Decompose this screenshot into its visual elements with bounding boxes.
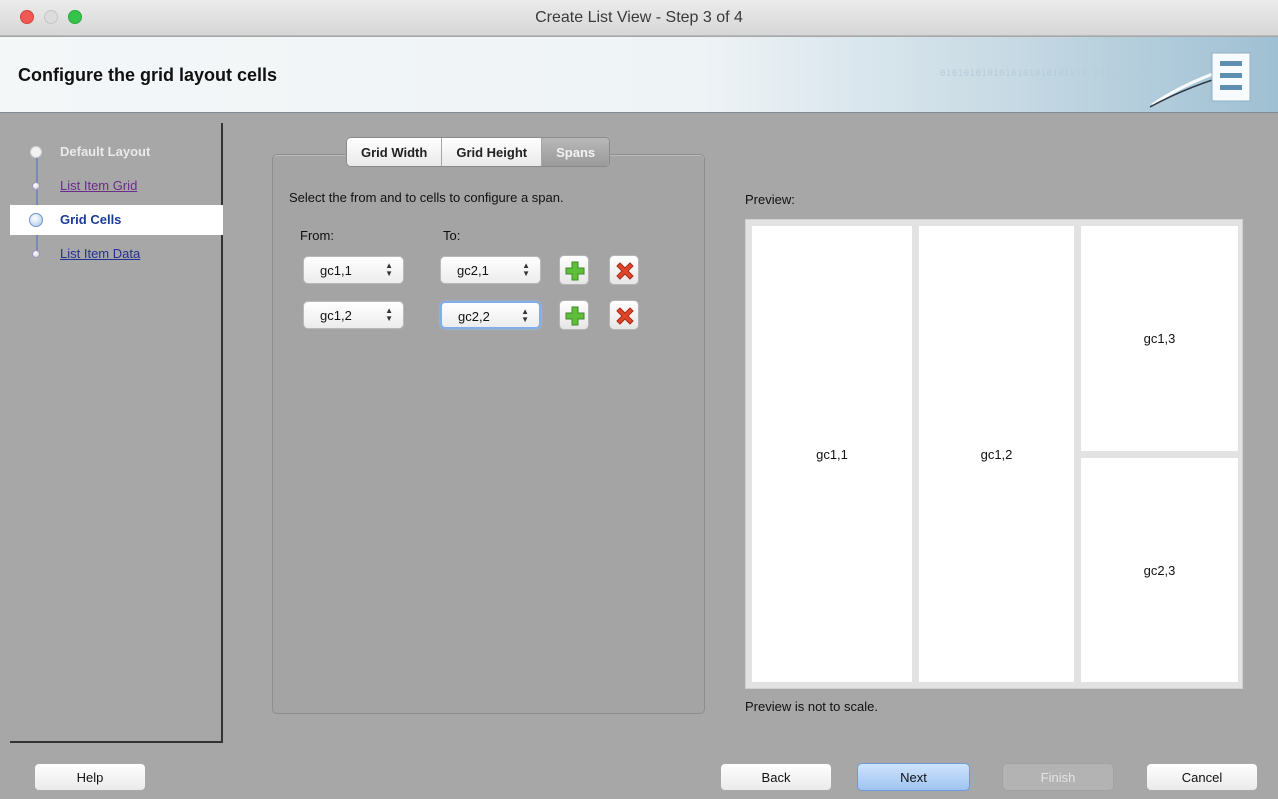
select-value: gc2,2 (458, 309, 490, 324)
add-icon (565, 261, 585, 281)
window-title: Create List View - Step 3 of 4 (535, 9, 743, 26)
cancel-button[interactable]: Cancel (1146, 763, 1258, 791)
from-column-label: From: (300, 228, 334, 243)
remove-icon (616, 262, 634, 280)
select-value: gc1,2 (320, 308, 352, 323)
wizard-header-graphic (1150, 52, 1251, 108)
span-to-select[interactable]: gc2,2 ▲ ▼ (440, 301, 541, 329)
preview-label: Preview: (745, 192, 795, 207)
step-bullet-icon (30, 146, 42, 158)
preview-cell: gc1,2 (919, 226, 1074, 682)
remove-span-button[interactable] (609, 300, 639, 330)
step-bullet-icon (32, 182, 40, 190)
select-arrows-icon: ▲ ▼ (385, 306, 393, 323)
nav-step-grid-cells[interactable]: Grid Cells (10, 205, 223, 235)
nav-step-list-item-data[interactable]: List Item Data (10, 239, 223, 269)
remove-span-button[interactable] (609, 255, 639, 285)
tab-grid-width[interactable]: Grid Width (347, 138, 443, 166)
nav-step-label: Default Layout (60, 144, 151, 159)
header-decoration-text: 0101010101010101010101010 01010101010 (940, 69, 1159, 79)
nav-step-label: Grid Cells (60, 212, 122, 227)
nav-step-list-item-grid[interactable]: List Item Grid (10, 171, 223, 201)
next-button[interactable]: Next (857, 763, 970, 791)
span-from-select[interactable]: gc1,1 ▲ ▼ (303, 256, 404, 284)
add-icon (565, 306, 585, 326)
back-button[interactable]: Back (720, 763, 832, 791)
remove-icon (616, 307, 634, 325)
select-value: gc2,1 (457, 263, 489, 278)
span-to-select[interactable]: gc2,1 ▲ ▼ (440, 256, 541, 284)
add-span-button[interactable] (559, 300, 589, 330)
page-title: Configure the grid layout cells (18, 65, 278, 85)
to-column-label: To: (443, 228, 461, 243)
nav-step-label[interactable]: List Item Data (60, 246, 140, 261)
spans-instruction: Select the from and to cells to configur… (289, 190, 564, 205)
preview-note: Preview is not to scale. (745, 699, 878, 714)
help-button[interactable]: Help (34, 763, 146, 791)
preview-cell: gc1,1 (752, 226, 912, 682)
window-title-bar: Create List View - Step 3 of 4 (0, 0, 1278, 36)
span-from-select[interactable]: gc1,2 ▲ ▼ (303, 301, 404, 329)
tab-spans[interactable]: Spans (542, 138, 610, 166)
spans-tab-panel (272, 154, 705, 714)
grid-preview: gc1,1 gc1,2 gc1,3 gc2,3 (745, 219, 1243, 689)
wizard-steps-nav: Default Layout List Item Grid Grid Cells… (10, 123, 223, 743)
select-value: gc1,1 (320, 263, 352, 278)
step-bullet-icon (29, 213, 43, 227)
select-arrows-icon: ▲ ▼ (521, 307, 529, 324)
add-span-button[interactable] (559, 255, 589, 285)
select-arrows-icon: ▲ ▼ (385, 261, 393, 278)
select-arrows-icon: ▲ ▼ (522, 261, 530, 278)
nav-step-default-layout: Default Layout (10, 137, 223, 167)
config-tabs: Grid Width Grid Height Spans (346, 137, 611, 167)
preview-cell: gc2,3 (1081, 458, 1238, 682)
finish-button: Finish (1002, 763, 1114, 791)
preview-cell: gc1,3 (1081, 226, 1238, 451)
tab-grid-height[interactable]: Grid Height (442, 138, 543, 166)
nav-step-label[interactable]: List Item Grid (60, 178, 137, 193)
step-bullet-icon (32, 250, 40, 258)
wizard-header: Configure the grid layout cells 01010101… (0, 37, 1278, 113)
